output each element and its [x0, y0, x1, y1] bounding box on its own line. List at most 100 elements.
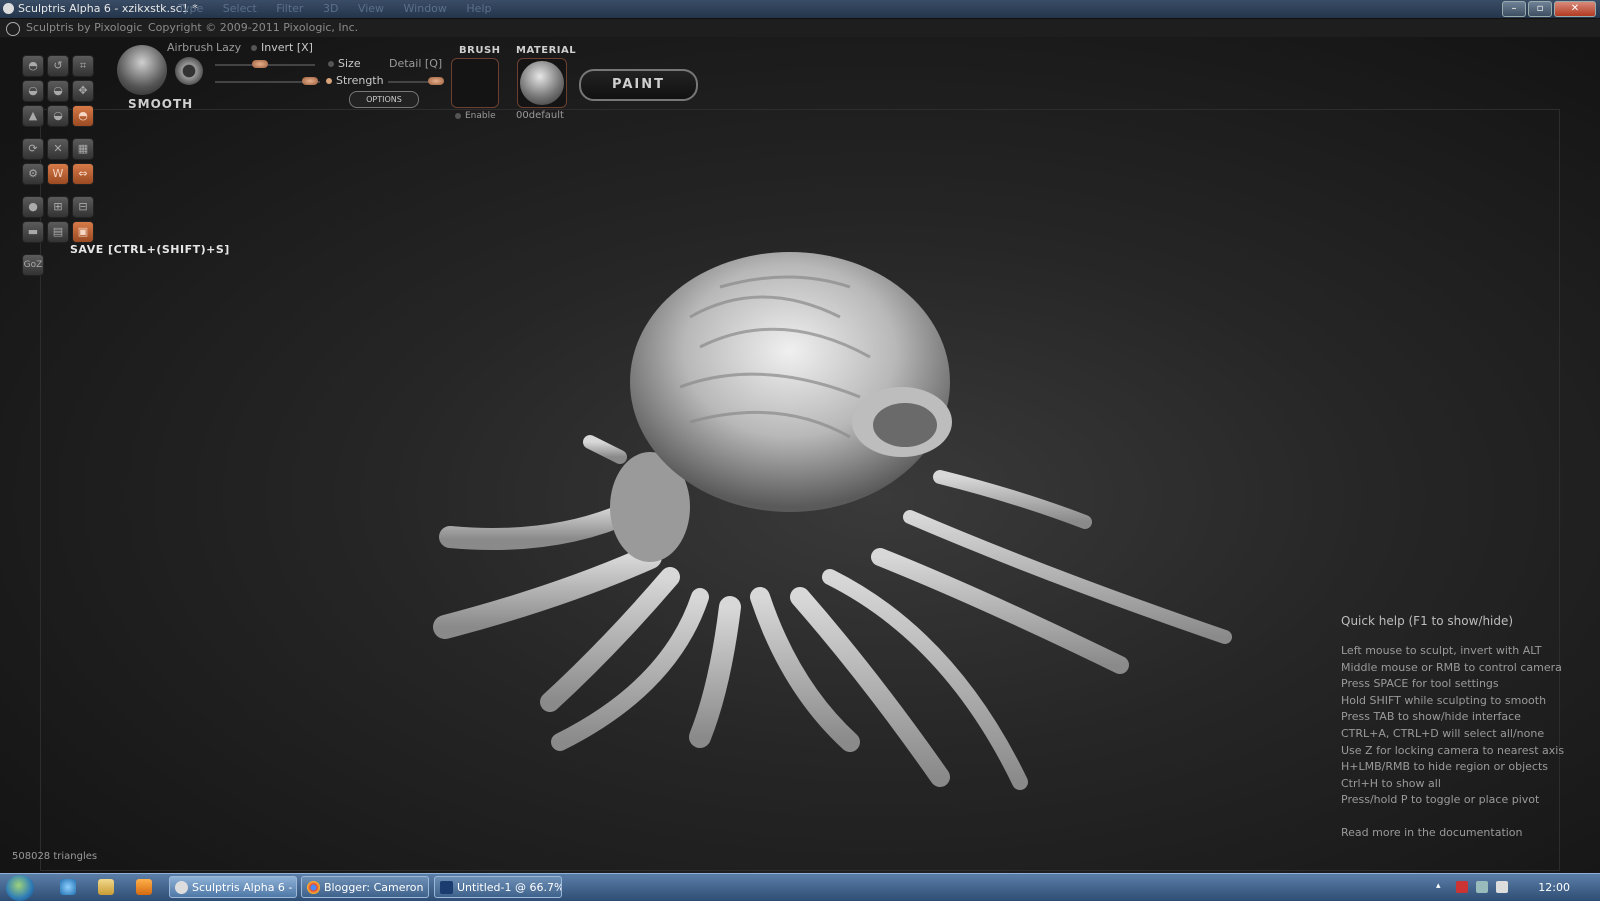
window-titlebar: Sculptris Alpha 6 - xzikxstk.sc1 * Type … — [0, 0, 1600, 19]
new-plane-button[interactable]: ▬ — [22, 221, 44, 243]
rotate-tool-button[interactable]: ↺ — [47, 55, 69, 77]
task-photoshop[interactable]: Untitled-1 @ 66.7% (... — [434, 876, 562, 898]
airbrush-toggle-icon[interactable] — [175, 57, 203, 85]
sculptris-task-icon — [175, 881, 188, 894]
material-slot[interactable] — [517, 58, 567, 108]
task-label: Blogger: Cameron B... — [324, 881, 428, 894]
brush-preview-icon[interactable] — [117, 45, 167, 95]
tray-expand-icon[interactable]: ▴ — [1436, 881, 1448, 893]
brush-section-label: BRUSH — [459, 45, 501, 56]
menu-help[interactable]: Help — [466, 2, 491, 15]
invert-radio-icon — [251, 45, 257, 51]
move-tool-button[interactable]: ✥ — [72, 80, 94, 102]
save-button[interactable]: ▣ — [72, 221, 94, 243]
invert-toggle[interactable]: Invert [X] — [251, 41, 313, 54]
menu-window[interactable]: Window — [404, 2, 447, 15]
size-radio-icon — [328, 61, 334, 67]
new-sphere-button[interactable]: ● — [22, 196, 44, 218]
save-tooltip: SAVE [CTRL+(SHIFT)+S] — [70, 243, 230, 256]
brush-texture-slot[interactable] — [451, 58, 499, 108]
mirror-button[interactable]: ⇔ — [72, 163, 94, 185]
help-line: H+LMB/RMB to hide region or objects — [1341, 760, 1549, 774]
help-line: Use Z for locking camera to nearest axis — [1341, 743, 1565, 757]
eye — [873, 403, 937, 447]
help-line: Hold SHIFT while sculpting to smooth — [1341, 693, 1547, 707]
head — [630, 252, 950, 512]
strength-slider-knob[interactable] — [301, 77, 318, 85]
brush-name: SMOOTH — [128, 97, 194, 111]
strength-radio-icon — [326, 78, 332, 84]
material-name: 00default — [516, 110, 564, 121]
help-line: Press SPACE for tool settings — [1341, 677, 1499, 691]
close-button[interactable]: ✕ — [1554, 1, 1596, 17]
menu-select[interactable]: Select — [223, 2, 257, 15]
action-center-icon[interactable] — [1456, 881, 1468, 893]
enable-label: Enable — [465, 111, 496, 121]
app-info-bar: Sculptris by Pixologic Copyright © 2009-… — [0, 19, 1600, 37]
invert-label: Invert [X] — [261, 41, 313, 54]
grab-tool-button[interactable]: ◒ — [47, 105, 69, 127]
task-sculptris[interactable]: Sculptris Alpha 6 - xz... — [169, 876, 297, 898]
copyright: Copyright © 2009-2011 Pixologic, Inc. — [148, 21, 359, 34]
strength-label: Strength — [336, 74, 384, 87]
maximize-button[interactable]: ▫ — [1528, 1, 1552, 17]
media-player-icon[interactable] — [136, 879, 152, 895]
wire-toggle-button[interactable]: W — [47, 163, 69, 185]
options-button[interactable]: OPTIONS — [349, 91, 419, 108]
brush-enable-toggle[interactable]: Enable — [455, 111, 496, 121]
faded-menu: Type Select Filter 3D View Window Help — [178, 0, 507, 18]
sculptris-logo-icon — [3, 3, 14, 14]
wireframe-button[interactable]: ✕ — [47, 138, 69, 160]
task-label: Sculptris Alpha 6 - xz... — [192, 881, 296, 894]
volume-icon[interactable] — [1496, 881, 1508, 893]
help-line: Press TAB to show/hide interface — [1341, 710, 1521, 724]
material-sphere-icon — [520, 61, 564, 105]
help-line: Left mouse to sculpt, invert with ALT — [1341, 644, 1542, 657]
strength-option[interactable]: Strength — [326, 74, 384, 87]
windows-taskbar: Sculptris Alpha 6 - xz... Blogger: Camer… — [0, 873, 1600, 901]
photoshop-task-icon — [440, 881, 453, 894]
enable-radio-icon — [455, 112, 461, 119]
smooth-tool-button[interactable]: ◓ — [72, 105, 94, 127]
paint-button[interactable]: PAINT — [579, 69, 698, 101]
symmetry-button[interactable]: ⟳ — [22, 138, 44, 160]
triangle-count: 508028 triangles — [12, 851, 98, 862]
help-line: Ctrl+H to show all — [1341, 776, 1441, 790]
explorer-icon[interactable] — [98, 879, 114, 895]
detail-label: Detail [Q] — [389, 57, 443, 70]
airbrush-label[interactable]: Airbrush — [167, 41, 213, 54]
menu-filter[interactable]: Filter — [276, 2, 303, 15]
flatten-tool-button[interactable]: ◒ — [22, 80, 44, 102]
export-obj-button[interactable]: ⊟ — [72, 196, 94, 218]
material-section-label: MATERIAL — [516, 45, 577, 56]
grid-button[interactable]: ▦ — [72, 138, 94, 160]
lazy-label[interactable]: Lazy — [216, 41, 241, 54]
menu-3d[interactable]: 3D — [323, 2, 338, 15]
detail-slider-knob[interactable] — [427, 77, 444, 85]
pixologic-logo-icon — [6, 22, 20, 36]
import-obj-button[interactable]: ⊞ — [47, 196, 69, 218]
network-icon[interactable] — [1476, 881, 1488, 893]
clock[interactable]: 12:00 — [1538, 881, 1570, 894]
quick-help-panel: Quick help (F1 to show/hide) Left mouse … — [1341, 614, 1564, 843]
size-slider-knob[interactable] — [252, 60, 268, 68]
crop-tool-button[interactable]: ⌗ — [72, 55, 94, 77]
goz-button[interactable]: GoZ — [22, 254, 44, 276]
inflate-tool-button[interactable]: ◒ — [47, 80, 69, 102]
size-option[interactable]: Size — [328, 57, 361, 70]
draw-tool-button[interactable]: ◓ — [22, 55, 44, 77]
quick-help-title: Quick help (F1 to show/hide) — [1341, 614, 1514, 628]
task-chrome[interactable]: Blogger: Cameron B... — [301, 876, 429, 898]
menu-view[interactable]: View — [358, 2, 384, 15]
chrome-task-icon — [307, 881, 320, 894]
documentation-link[interactable]: Read more in the documentation — [1341, 826, 1564, 843]
menu-type[interactable]: Type — [178, 2, 203, 15]
minimize-button[interactable]: – — [1502, 1, 1526, 17]
pinch-tool-button[interactable]: ▲ — [22, 105, 44, 127]
open-button[interactable]: ▤ — [47, 221, 69, 243]
help-line: Middle mouse or RMB to control camera — [1341, 660, 1562, 674]
reduce-button[interactable]: ⚙ — [22, 163, 44, 185]
help-line: Press/hold P to toggle or place pivot — [1341, 793, 1540, 807]
ie-icon[interactable] — [60, 879, 76, 895]
start-button-icon[interactable] — [6, 875, 34, 901]
